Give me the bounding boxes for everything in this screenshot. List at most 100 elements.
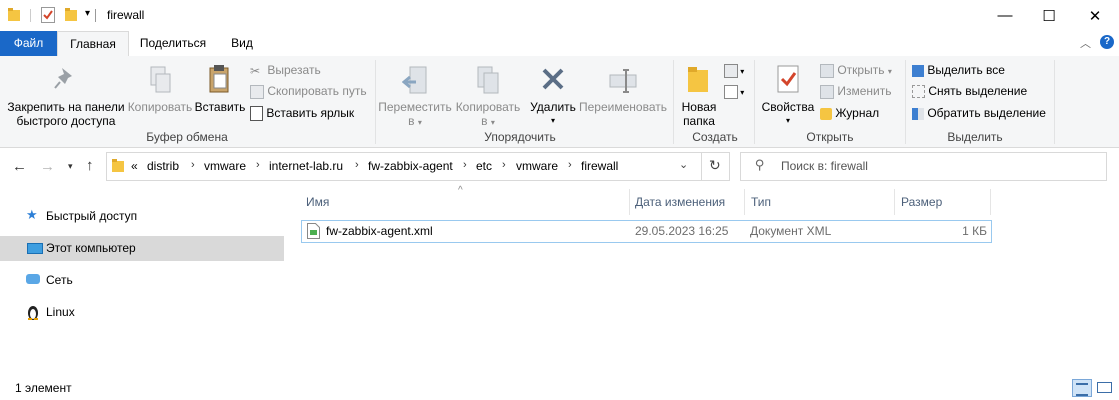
edit-label: Изменить [837, 84, 892, 98]
easy-access-button[interactable]: ▾ [724, 85, 744, 99]
breadcrumb-item[interactable]: vmware [516, 159, 558, 173]
breadcrumb-separator-icon[interactable]: › [568, 159, 572, 171]
column-separator[interactable] [629, 189, 630, 215]
cut-label: Вырезать [267, 63, 321, 77]
history-label: Журнал [835, 106, 880, 120]
file-name: fw-zabbix-agent.xml [326, 224, 433, 238]
new-folder-button[interactable]: Новая папка [678, 62, 720, 128]
column-header-size[interactable]: Размер [901, 195, 942, 209]
back-button[interactable]: ← [12, 158, 27, 175]
column-separator[interactable] [990, 189, 991, 215]
copy-path-icon [250, 84, 264, 99]
paste-button[interactable]: Вставить [194, 62, 246, 114]
pin-quick-access-button[interactable]: Закрепить на панели быстрого доступа [4, 62, 128, 128]
collapse-ribbon-icon[interactable]: ︿ [1080, 35, 1091, 51]
copy-icon [150, 66, 171, 93]
star-icon: ★ [26, 207, 38, 222]
nav-item-network[interactable]: Сеть [0, 268, 284, 293]
delete-button[interactable]: Удалить ▾ [528, 62, 578, 128]
select-none-icon [912, 85, 925, 99]
address-history-chevron-down-icon[interactable]: ⌄ [679, 158, 688, 171]
select-all-button[interactable]: Выделить все [912, 60, 1005, 80]
new-folder-quick-icon[interactable] [65, 8, 77, 22]
copy-to-label-2-text: в [481, 114, 488, 128]
search-input[interactable]: Поиск в: firewall [781, 159, 868, 173]
separator [95, 9, 96, 22]
breadcrumb-item[interactable]: etc [476, 159, 492, 173]
select-none-button[interactable]: Снять выделение [912, 81, 1027, 101]
open-label: Открыть [837, 63, 885, 77]
address-bar[interactable]: « distrib › vmware › internet-lab.ru › f… [106, 152, 730, 181]
tab-file[interactable]: Файл [0, 31, 57, 56]
rename-label: Переименовать [579, 100, 667, 114]
copy-button[interactable]: Копировать [126, 62, 194, 114]
properties-button[interactable]: Свойства ▾ [760, 62, 816, 128]
nav-item-linux[interactable]: Linux [0, 300, 284, 325]
customize-qat-icon[interactable]: ▾ [85, 8, 90, 19]
column-separator[interactable] [744, 189, 745, 215]
column-header-name[interactable]: Имя [306, 195, 329, 209]
copy-to-button[interactable]: Копировать в ▾ [452, 62, 524, 130]
tab-home[interactable]: Главная [57, 31, 129, 58]
copy-to-icon [477, 66, 499, 94]
properties-quick-icon[interactable] [41, 7, 55, 23]
file-type: Документ XML [750, 224, 832, 238]
column-header-date[interactable]: Дата изменения [635, 195, 725, 209]
move-to-button[interactable]: Переместить в ▾ [378, 62, 452, 130]
breadcrumb-separator-icon[interactable]: › [256, 159, 260, 171]
maximize-button[interactable]: ☐ [1026, 0, 1072, 31]
breadcrumb-item[interactable]: firewall [581, 159, 618, 173]
scissors-icon: ✂ [250, 63, 261, 78]
forward-button[interactable]: → [40, 158, 55, 175]
title-bar: ▾ firewall — ☐ ✕ [0, 0, 1119, 31]
breadcrumb-separator-icon[interactable]: › [355, 159, 359, 171]
separator [701, 153, 702, 180]
dropdown-icon: ▾ [417, 118, 422, 127]
help-icon[interactable]: ? [1100, 35, 1114, 49]
breadcrumb-separator-icon[interactable]: › [191, 159, 195, 171]
tab-share[interactable]: Поделиться [131, 31, 215, 56]
column-header-type[interactable]: Тип [751, 195, 771, 209]
ribbon: Закрепить на панели быстрого доступа Коп… [0, 56, 1119, 148]
move-label-2: в ▾ [378, 114, 452, 130]
table-row[interactable]: fw-zabbix-agent.xml 29.05.2023 16:25 Док… [301, 220, 992, 243]
breadcrumb-separator-icon[interactable]: › [502, 159, 506, 171]
move-label-1: Переместить [378, 100, 452, 114]
new-item-button[interactable]: ▾ [724, 64, 744, 78]
minimize-button[interactable]: — [982, 0, 1028, 31]
column-separator[interactable] [894, 189, 895, 215]
nav-item-this-pc[interactable]: Этот компьютер [0, 236, 284, 261]
tab-view[interactable]: Вид [218, 31, 266, 56]
copy-path-button[interactable]: Скопировать путь [250, 81, 367, 101]
xml-file-icon [307, 223, 320, 239]
search-box[interactable]: ⚲ Поиск в: firewall [740, 152, 1107, 181]
nav-item-quick-access[interactable]: ★ Быстрый доступ [0, 204, 284, 229]
edit-button[interactable]: Изменить [820, 81, 891, 101]
group-label-create: Создать [692, 130, 738, 144]
folder-icon [112, 159, 124, 172]
breadcrumb-separator-icon[interactable]: › [463, 159, 467, 171]
rename-button[interactable]: Переименовать [578, 62, 668, 114]
invert-selection-button[interactable]: Обратить выделение [912, 103, 1046, 123]
close-button[interactable]: ✕ [1072, 0, 1118, 31]
large-icons-view-button[interactable] [1096, 380, 1112, 394]
cut-button[interactable]: ✂ Вырезать [250, 60, 321, 80]
paste-shortcut-button[interactable]: Вставить ярлык [250, 103, 354, 123]
breadcrumb-overflow[interactable]: « [131, 159, 138, 173]
select-all-label: Выделить все [927, 63, 1005, 77]
up-button[interactable]: ↑ [86, 157, 94, 174]
history-button[interactable]: Журнал [820, 103, 879, 123]
open-button[interactable]: Открыть ▾ [820, 60, 892, 80]
delete-icon [542, 68, 564, 90]
recent-locations-button[interactable]: ▾ [68, 161, 73, 172]
paste-shortcut-label: Вставить ярлык [266, 106, 355, 120]
rename-icon [609, 69, 637, 93]
copy-label: Копировать [127, 100, 193, 114]
details-view-button[interactable] [1072, 379, 1092, 397]
breadcrumb-item[interactable]: distrib [147, 159, 179, 173]
breadcrumb-item[interactable]: internet-lab.ru [269, 159, 343, 173]
refresh-icon[interactable]: ↻ [709, 157, 721, 174]
breadcrumb-item[interactable]: vmware [204, 159, 246, 173]
breadcrumb-item[interactable]: fw-zabbix-agent [368, 159, 453, 173]
easy-access-icon [724, 85, 738, 99]
